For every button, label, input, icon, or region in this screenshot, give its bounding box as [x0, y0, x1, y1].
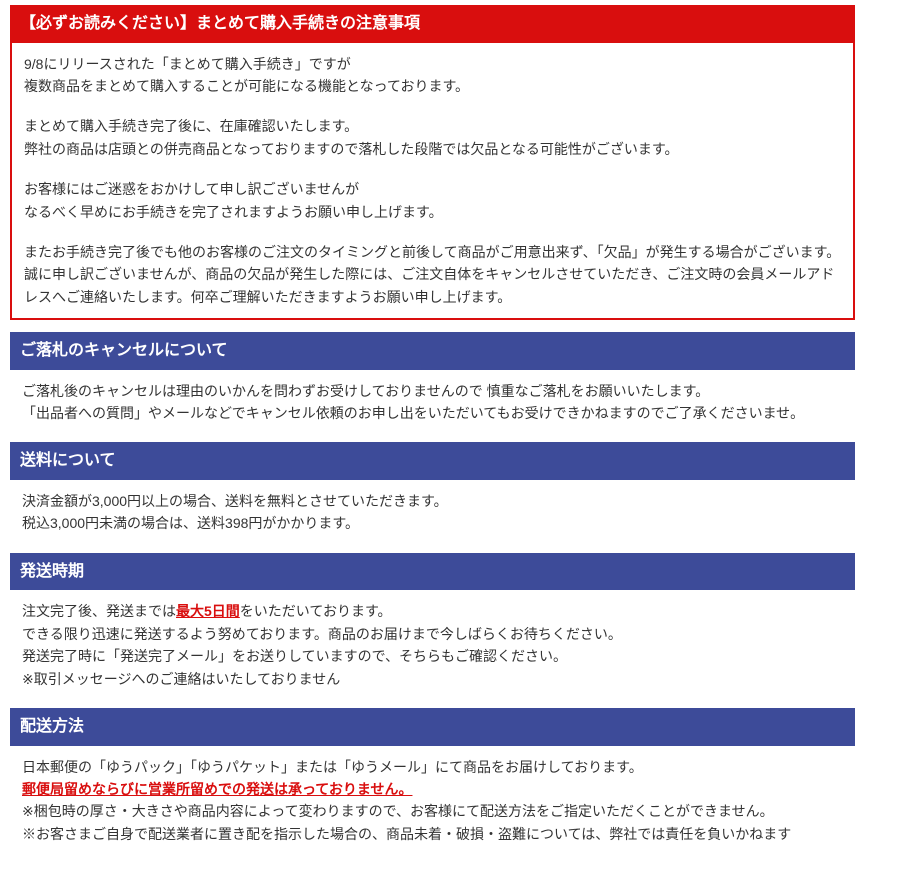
notice-section-shipping-time: 発送時期 注文完了後、発送までは最大5日間をいただいております。 できる限り迅速… [10, 553, 855, 696]
text-line: 日本郵便の「ゆうパック」「ゆうパケット」または「ゆうメール」にて商品をお届けして… [22, 759, 643, 775]
text-line: またお手続き完了後でも他のお客様のご注文のタイミングと前後して商品がご用意出来ず… [24, 244, 840, 260]
section-header: 【必ずお読みください】まとめて購入手続きの注意事項 [10, 5, 855, 43]
section-header: 送料について [10, 442, 855, 480]
text-line: ※取引メッセージへのご連絡はいたしておりません [22, 671, 340, 687]
text-line: をいただいております。 [240, 603, 392, 619]
section-title: 【必ずお読みください】まとめて購入手続きの注意事項 [20, 15, 420, 32]
section-body: ご落札後のキャンセルは理由のいかんを問わずお受けしておりませんので 慎重なご落札… [10, 370, 855, 431]
notice-section-cancel: ご落札のキャンセルについて ご落札後のキャンセルは理由のいかんを問わずお受けして… [10, 332, 855, 430]
text-line: できる限り迅速に発送するよう努めております。商品のお届けまで今しばらくお待ちくだ… [22, 626, 622, 642]
section-body: 日本郵便の「ゆうパック」「ゆうパケット」または「ゆうメール」にて商品をお届けして… [10, 746, 855, 852]
section-title: 配送方法 [20, 718, 84, 735]
paragraph: まとめて購入手続き完了後に、在庫確認いたします。 弊社の商品は店頭との併売商品と… [24, 115, 841, 160]
section-title: 送料について [20, 452, 116, 469]
text-line: 決済金額が3,000円以上の場合、送料を無料とさせていただきます。 [22, 493, 448, 509]
notice-section-shipping-fee: 送料について 決済金額が3,000円以上の場合、送料を無料とさせていただきます。… [10, 442, 855, 540]
emphasis-text: 郵便局留めならびに営業所留めでの発送は承っておりません。 [22, 781, 412, 797]
section-header: 配送方法 [10, 708, 855, 746]
text-line: ※お客さまご自身で配送業者に置き配を指示した場合の、商品未着・破損・盗難について… [22, 826, 791, 842]
text-line: まとめて購入手続き完了後に、在庫確認いたします。 [24, 118, 358, 134]
text-line: 「出品者への質問」やメールなどでキャンセル依頼のお申し出をいただいてもお受けでき… [22, 405, 804, 421]
text-line: 発送完了時に「発送完了メール」をお送りしていますので、そちらもご確認ください。 [22, 648, 567, 664]
section-title: ご落札のキャンセルについて [20, 342, 228, 359]
text-line: ※梱包時の厚さ・大きさや商品内容によって変わりますので、お客様にて配送方法をご指… [22, 803, 774, 819]
notice-section-delivery-method: 配送方法 日本郵便の「ゆうパック」「ゆうパケット」または「ゆうメール」にて商品を… [10, 708, 855, 851]
text-line: 複数商品をまとめて購入することが可能になる機能となっております。 [24, 78, 469, 94]
text-line: お客様にはご迷惑をおかけして申し訳ございませんが [24, 181, 359, 197]
text-line: なるべく早めにお手続きを完了されますようお願い申し上げます。 [24, 204, 443, 220]
section-header: 発送時期 [10, 553, 855, 591]
text-line: 誠に申し訳ございませんが、商品の欠品が発生した際には、ご注文自体をキャンセルさせ… [24, 266, 834, 304]
text-line: 税込3,000円未満の場合は、送料398円がかかります。 [22, 515, 359, 531]
notice-section-bulk-purchase: 【必ずお読みください】まとめて購入手続きの注意事項 9/8にリリースされた「まと… [10, 5, 855, 320]
section-header: ご落札のキャンセルについて [10, 332, 855, 370]
section-body: 注文完了後、発送までは最大5日間をいただいております。 できる限り迅速に発送する… [10, 590, 855, 696]
emphasis-text: 最大5日間 [176, 603, 240, 619]
text-line: 9/8にリリースされた「まとめて購入手続き」ですが [24, 56, 351, 72]
section-body: 9/8にリリースされた「まとめて購入手続き」ですが 複数商品をまとめて購入するこ… [10, 43, 855, 321]
text-line: ご落札後のキャンセルは理由のいかんを問わずお受けしておりませんので 慎重なご落札… [22, 383, 709, 399]
text-line: 注文完了後、発送までは [22, 603, 176, 619]
paragraph: お客様にはご迷惑をおかけして申し訳ございませんが なるべく早めにお手続きを完了さ… [24, 178, 841, 223]
paragraph: またお手続き完了後でも他のお客様のご注文のタイミングと前後して商品がご用意出来ず… [24, 241, 841, 308]
paragraph: 9/8にリリースされた「まとめて購入手続き」ですが 複数商品をまとめて購入するこ… [24, 53, 841, 98]
section-title: 発送時期 [20, 563, 84, 580]
section-body: 決済金額が3,000円以上の場合、送料を無料とさせていただきます。 税込3,00… [10, 480, 855, 541]
text-line: 弊社の商品は店頭との併売商品となっておりますので落札した段階では欠品となる可能性… [24, 141, 679, 157]
